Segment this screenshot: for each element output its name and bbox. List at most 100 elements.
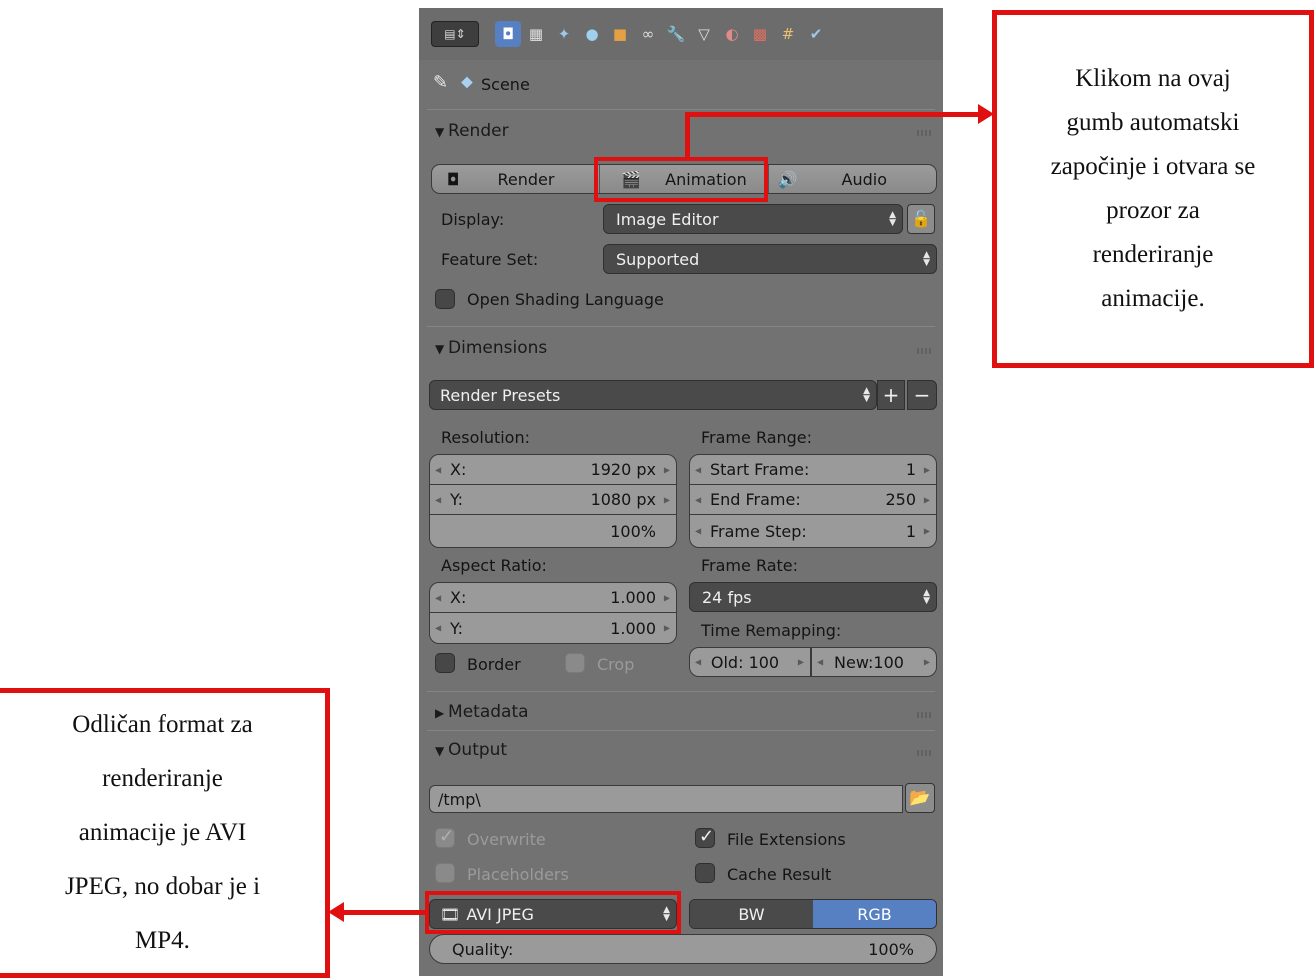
audio-button[interactable]: 🔊 Audio (769, 165, 936, 193)
resolution-percent-field[interactable]: 100% (429, 514, 677, 548)
world-tab-icon[interactable]: ● (579, 21, 605, 47)
aspect-x-value: 1.000 (610, 588, 656, 607)
osl-label: Open Shading Language (467, 290, 664, 309)
old-value: Old: 100 (710, 652, 780, 672)
output-path-value: /tmp\ (438, 790, 481, 809)
crop-checkbox[interactable] (565, 653, 585, 673)
render-section-header[interactable]: ▼ Render (435, 121, 509, 141)
grip-icon[interactable] (917, 348, 933, 354)
cache-result-checkbox[interactable] (695, 863, 715, 883)
feature-set-dropdown[interactable]: Supported ▲ ▼ (603, 244, 937, 274)
res-y-label: Y: (450, 490, 464, 509)
grip-icon[interactable] (917, 130, 933, 136)
note-line: renderiranje (102, 765, 223, 792)
folder-icon[interactable]: 📂 (905, 783, 935, 813)
rgb-button[interactable]: RGB (813, 900, 936, 928)
placeholders-checkbox[interactable] (435, 863, 455, 883)
render-button-label: Render (497, 169, 555, 189)
material-tab-icon[interactable]: ◐ (719, 21, 745, 47)
texture-tab-icon[interactable]: ▩ (747, 21, 773, 47)
expand-down-icon: ▼ (435, 744, 449, 758)
left-arrow-icon: ◀ (695, 465, 702, 474)
frame-range-label: Frame Range: (701, 428, 813, 447)
aspect-y-value: 1.000 (610, 618, 656, 638)
aspect-ratio-label: Aspect Ratio: (441, 556, 547, 575)
overwrite-label: Overwrite (467, 830, 546, 849)
end-frame-label: End Frame: (710, 490, 801, 509)
render-tab-icon[interactable]: ◘ (495, 21, 521, 47)
start-frame-field[interactable]: ◀ Start Frame: 1 ▶ (689, 454, 937, 485)
aspect-y-field[interactable]: ◀ Y: 1.000 ▶ (429, 612, 677, 644)
object-tab-icon[interactable]: ■ (607, 21, 633, 47)
note-line: MP4. (135, 927, 190, 954)
updown-icon: ▲ ▼ (923, 250, 930, 268)
resolution-label: Resolution: (441, 428, 530, 447)
quality-field[interactable]: Quality: 100% (429, 934, 937, 964)
right-arrow-icon: ▶ (923, 657, 930, 667)
resolution-x-field[interactable]: ◀ X: 1920 px ▶ (429, 454, 677, 485)
dimensions-header-label: Dimensions (448, 338, 548, 358)
output-section-header[interactable]: ▼ Output (435, 740, 507, 760)
remove-preset-button[interactable]: − (907, 380, 937, 410)
bw-button[interactable]: BW (690, 900, 813, 928)
right-arrow-icon: ▶ (663, 593, 670, 602)
annotation-left-text: Odličan format za renderiranje animacije… (65, 698, 260, 968)
right-arrow-icon: ▶ (663, 495, 670, 504)
left-arrow-icon: ◀ (695, 657, 702, 667)
speaker-icon: 🔊 (777, 169, 798, 189)
display-label: Display: (441, 210, 505, 229)
frame-step-field[interactable]: ◀ Frame Step: 1 ▶ (689, 514, 937, 548)
constraints-tab-icon[interactable]: ∞ (635, 21, 661, 47)
aspect-x-label: X: (450, 588, 467, 607)
pin-icon[interactable]: ✎ (433, 72, 448, 93)
file-extensions-checkbox[interactable]: ✓ (695, 826, 715, 848)
note-line: Odličan format za (72, 711, 253, 738)
dimensions-section-header[interactable]: ▼ Dimensions (435, 338, 547, 358)
placeholders-label: Placeholders (467, 865, 569, 884)
physics-tab-icon[interactable]: ✔ (803, 21, 829, 47)
osl-checkbox[interactable] (435, 289, 455, 309)
render-presets-value: Render Presets (440, 385, 561, 405)
render-presets-dropdown[interactable]: Render Presets ▲ ▼ (429, 380, 877, 410)
scene-icon: ⬥ (461, 72, 473, 92)
time-remap-new-field[interactable]: ◀ New:100 ▶ (811, 647, 937, 677)
editor-type-icon[interactable]: ▤⇕ (431, 21, 479, 47)
right-arrow-icon: ▶ (923, 465, 930, 474)
end-frame-value: 250 (885, 490, 916, 509)
lock-icon[interactable]: 🔓 (907, 204, 935, 234)
overwrite-checkbox[interactable]: ✓ (435, 826, 455, 848)
display-dropdown[interactable]: Image Editor ▲ ▼ (603, 204, 903, 234)
modifiers-tab-icon[interactable]: 🔧 (663, 21, 689, 47)
check-icon: ✓ (439, 826, 455, 847)
note-line: JPEG, no dobar je i (64, 873, 261, 900)
animation-highlight (594, 157, 768, 202)
new-value: New:100 (834, 652, 904, 672)
add-preset-button[interactable]: + (877, 380, 905, 410)
resolution-y-field[interactable]: ◀ Y: 1080 px ▶ (429, 484, 677, 515)
left-arrow-icon: ◀ (435, 623, 442, 633)
render-button[interactable]: ◘ Render (432, 165, 601, 193)
annotation-left: Odličan format za renderiranje animacije… (0, 688, 330, 978)
file-extensions-label: File Extensions (727, 830, 846, 849)
annotation-right-text: Klikom na ovaj gumb automatski započinje… (1051, 57, 1256, 321)
aspect-x-field[interactable]: ◀ X: 1.000 ▶ (429, 582, 677, 613)
border-checkbox[interactable] (435, 653, 455, 673)
particles-tab-icon[interactable]: # (775, 21, 801, 47)
end-frame-field[interactable]: ◀ End Frame: 250 ▶ (689, 484, 937, 515)
time-remap-old-field[interactable]: ◀ Old: 100 ▶ (689, 647, 811, 677)
data-tab-icon[interactable]: ▽ (691, 21, 717, 47)
updown-icon: ▲ ▼ (863, 386, 870, 404)
time-remapping-label: Time Remapping: (701, 621, 842, 640)
grip-icon[interactable] (917, 712, 933, 718)
minus-icon: − (913, 383, 931, 407)
connector-line (685, 112, 981, 117)
right-arrow-icon: ▶ (663, 465, 670, 474)
grip-icon[interactable] (917, 750, 933, 756)
layers-tab-icon[interactable]: ▦ (523, 21, 549, 47)
scene-tab-icon[interactable]: ✦ (551, 21, 577, 47)
output-path-field[interactable]: /tmp\ (429, 785, 903, 813)
metadata-section-header[interactable]: ▶ Metadata (435, 702, 529, 722)
render-header-label: Render (448, 121, 509, 141)
frame-rate-label: Frame Rate: (701, 556, 799, 575)
frame-rate-dropdown[interactable]: 24 fps ▲ ▼ (689, 582, 937, 612)
